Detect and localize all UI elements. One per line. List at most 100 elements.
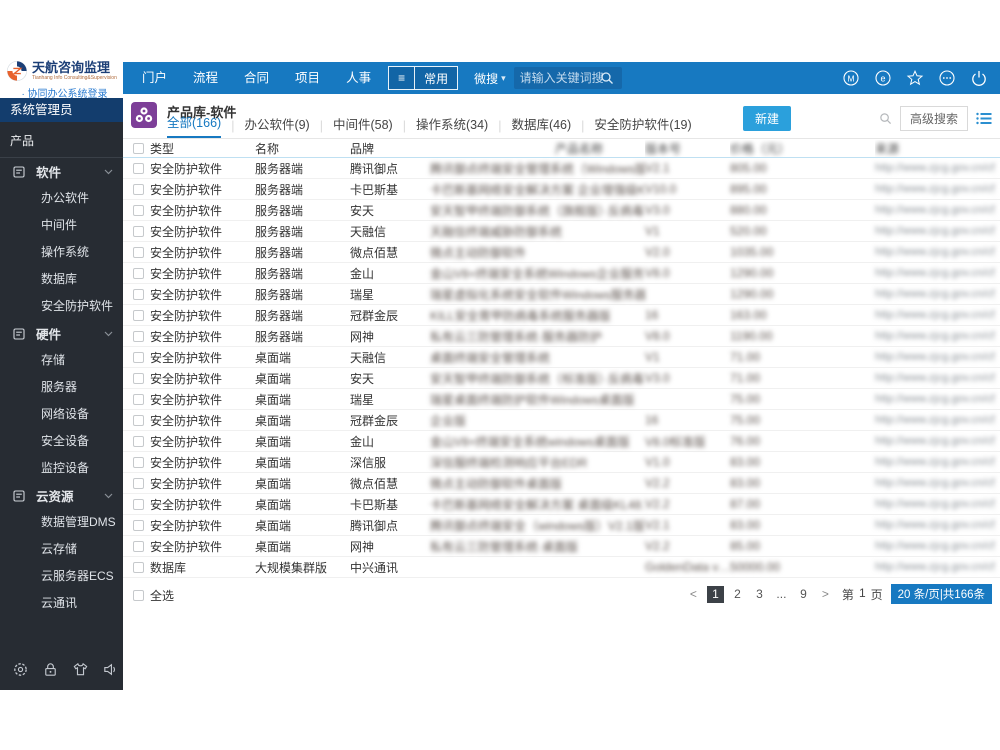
table-row[interactable]: 安全防护软件 服务器端 金山 金山V8+终端安全系统Windows企业服务器版 V8.0…: [123, 263, 1000, 284]
sidebar-item[interactable]: 安全设备: [0, 428, 123, 455]
page-next-button[interactable]: >: [817, 586, 834, 603]
page-size-badge[interactable]: 20 条/页|共166条: [890, 584, 992, 604]
cell-price: 83.00: [730, 476, 761, 490]
page-number[interactable]: 3: [751, 586, 768, 603]
sidebar-item[interactable]: 监控设备: [0, 455, 123, 482]
table-row[interactable]: 安全防护软件 服务器端 冠群金辰 KILL安全胄甲防病毒系统服务器版 16 163.00 h…: [123, 305, 1000, 326]
row-checkbox[interactable]: [133, 247, 144, 259]
row-checkbox-cell: [133, 308, 150, 322]
row-checkbox[interactable]: [133, 415, 144, 427]
tab-4[interactable]: 操作系统(34): [416, 114, 488, 138]
sidebar-item[interactable]: 云服务器ECS: [0, 563, 123, 590]
tab-5[interactable]: 数据库(46): [511, 114, 571, 138]
table-row[interactable]: 安全防护软件 服务器端 腾讯御点 腾讯御点终端安全管理系统（Windows版） V2.1…: [123, 158, 1000, 179]
row-checkbox[interactable]: [133, 352, 144, 364]
advanced-search-button[interactable]: 高级搜索: [899, 106, 968, 131]
sidebar-item[interactable]: 数据库: [0, 266, 123, 293]
row-checkbox[interactable]: [133, 289, 144, 301]
table-row[interactable]: 安全防护软件 桌面端 冠群金辰 企业版 16 75.00 http://www.zjcg.g…: [123, 410, 1000, 431]
row-checkbox[interactable]: [133, 541, 144, 553]
sound-speaker-icon[interactable]: [102, 660, 119, 678]
tab-2[interactable]: 办公软件(9): [244, 114, 309, 138]
page-number[interactable]: 2: [729, 586, 746, 603]
sidebar-item[interactable]: 网络设备: [0, 401, 123, 428]
table-search-input[interactable]: [798, 111, 871, 126]
sidebar-item[interactable]: 存储: [0, 347, 123, 374]
table-row[interactable]: 安全防护软件 桌面端 卡巴斯基 卡巴斯基网络安全解决方案 桌面级KL48… +KL…V…: [123, 494, 1000, 515]
tab-6[interactable]: 安全防护软件(19): [594, 114, 691, 138]
table-row[interactable]: 安全防护软件 桌面端 瑞星 瑞星桌面终端防护软件Windows桌面版 75.00 http…: [123, 389, 1000, 410]
table-row[interactable]: 安全防护软件 桌面端 金山 金山V8+终端安全系统windows桌面版 V8.0标准版 7…: [123, 431, 1000, 452]
nav-item-1[interactable]: 门户: [129, 62, 180, 94]
select-all-checkbox[interactable]: [133, 590, 144, 601]
table-row[interactable]: 安全防护软件 服务器端 网神 私有云三防管理系统·服务器防护 V8.0 1190.00 ht…: [123, 326, 1000, 347]
table-row[interactable]: 安全防护软件 桌面端 天融信 桌面终端安全管理系统 V1 71.00 http://www.…: [123, 347, 1000, 368]
nav-item-2[interactable]: 流程: [180, 62, 231, 94]
enterprise-chat-icon[interactable]: e: [874, 69, 892, 87]
sidebar-item[interactable]: 云存储: [0, 536, 123, 563]
nav-menu-icon[interactable]: ≡: [389, 67, 415, 89]
nav-item-3[interactable]: 合同: [231, 62, 282, 94]
table-row[interactable]: 安全防护软件 服务器端 安天 安天智甲终端防御系统（旗舰版）·反病毒模块 V3.0 880…: [123, 200, 1000, 221]
row-checkbox[interactable]: [133, 184, 144, 196]
list-view-icon[interactable]: [976, 112, 992, 125]
sidebar-item[interactable]: 中间件: [0, 212, 123, 239]
cell-brand: 天融信: [350, 350, 387, 365]
nav-item-4[interactable]: 项目: [282, 62, 333, 94]
table-row[interactable]: 数据库 大规模集群版 中兴通讯 GoldenData v… 50000.00 http:/…: [123, 557, 1000, 578]
row-checkbox[interactable]: [133, 373, 144, 385]
sidebar-item[interactable]: 安全防护软件: [0, 293, 123, 320]
header-checkbox[interactable]: [133, 143, 144, 155]
table-search-icon[interactable]: [879, 112, 892, 125]
page-prev-button[interactable]: <: [685, 586, 702, 603]
row-checkbox[interactable]: [133, 331, 144, 343]
sidebar-item[interactable]: 操作系统: [0, 239, 123, 266]
table-row[interactable]: 安全防护软件 服务器端 天融信 天融信终端威胁防御系统 V1 520.00 http://w…: [123, 221, 1000, 242]
power-logout-icon[interactable]: [970, 69, 988, 87]
more-options-icon[interactable]: [938, 69, 956, 87]
row-checkbox[interactable]: [133, 205, 144, 217]
sidebar-item[interactable]: 数据管理DMS: [0, 509, 123, 536]
table-row[interactable]: 安全防护软件 桌面端 腾讯御点 腾讯御点终端安全（windows版）V2.1版 V2.1…: [123, 515, 1000, 536]
row-checkbox[interactable]: [133, 394, 144, 406]
table-row[interactable]: 安全防护软件 服务器端 微点佰慧 微点主动防御软件 V2.0 1035.00 http://…: [123, 242, 1000, 263]
sidebar-item[interactable]: 办公软件: [0, 185, 123, 212]
new-button[interactable]: 新建: [742, 106, 791, 131]
favorite-star-icon[interactable]: [906, 69, 924, 87]
row-checkbox[interactable]: [133, 226, 144, 238]
nav-item-5[interactable]: 人事: [333, 62, 384, 94]
sidebar-item[interactable]: 服务器: [0, 374, 123, 401]
message-m-icon[interactable]: M: [842, 69, 860, 87]
cell-src: http://www.zjcg.gov.cn/cfjg/: [875, 477, 995, 489]
row-checkbox[interactable]: [133, 499, 144, 511]
sidebar-group-header[interactable]: 云资源: [0, 482, 123, 509]
row-checkbox[interactable]: [133, 268, 144, 280]
row-checkbox[interactable]: [133, 163, 144, 175]
sidebar-item[interactable]: 云通讯: [0, 590, 123, 617]
tab-1[interactable]: 全部(166): [167, 112, 222, 138]
table-row[interactable]: 安全防护软件 桌面端 深信服 深信服终端检测响应平台EDR V1.0 83.00 http:…: [123, 452, 1000, 473]
lock-icon[interactable]: [42, 660, 59, 678]
row-checkbox[interactable]: [133, 310, 144, 322]
table-row[interactable]: 安全防护软件 桌面端 安天 安天智甲终端防御系统（标准版）·反病毒模块 （EP）·反病…: [123, 368, 1000, 389]
nav-item-common[interactable]: 常用: [414, 67, 458, 89]
tab-3[interactable]: 中间件(58): [333, 114, 393, 138]
table-row[interactable]: 安全防护软件 桌面端 网神 私有云三防管理系统·桌面版 V2.2 85.00 http://…: [123, 536, 1000, 557]
settings-gear-icon[interactable]: [12, 660, 29, 678]
page-jump-part[interactable]: 1: [859, 586, 866, 603]
row-checkbox[interactable]: [133, 562, 144, 574]
search-icon[interactable]: [600, 71, 614, 85]
table-row[interactable]: 安全防护软件 桌面端 微点佰慧 微点主动防御软件桌面版 V2.2 83.00 http://…: [123, 473, 1000, 494]
table-row[interactable]: 安全防护软件 服务器端 卡巴斯基 卡巴斯基网络安全解决方案 企业增强级KL4863AA…: [123, 179, 1000, 200]
row-checkbox[interactable]: [133, 520, 144, 532]
page-number[interactable]: 9: [795, 586, 812, 603]
theme-tshirt-icon[interactable]: [72, 660, 89, 678]
sidebar-group-header[interactable]: 软件: [0, 158, 123, 185]
table-row[interactable]: 安全防护软件 服务器端 瑞星 瑞星虚拟化系统安全软件Windows服务器版 1290.0…: [123, 284, 1000, 305]
row-checkbox[interactable]: [133, 457, 144, 469]
row-checkbox[interactable]: [133, 478, 144, 490]
page-number[interactable]: 1: [706, 585, 724, 603]
search-scope-dropdown[interactable]: 微搜 ▾: [474, 70, 506, 87]
sidebar-group-header[interactable]: 硬件: [0, 320, 123, 347]
row-checkbox[interactable]: [133, 436, 144, 448]
